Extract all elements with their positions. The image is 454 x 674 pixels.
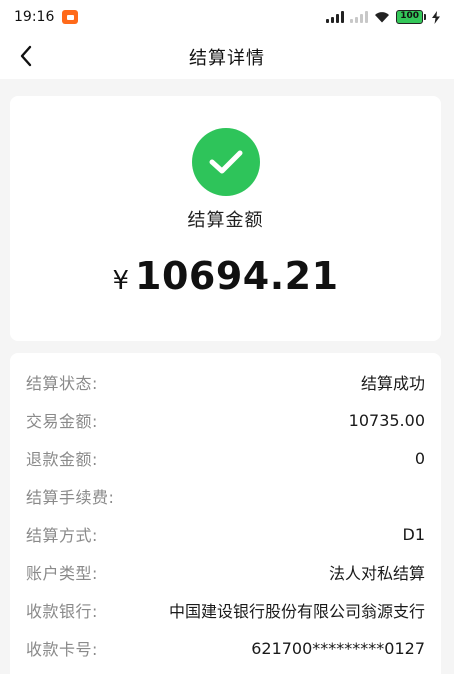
detail-row-bank: 收款银行: 中国建设银行股份有限公司翁源支行	[26, 591, 425, 629]
battery-icon: 100	[396, 10, 426, 24]
signal-icon	[326, 11, 345, 23]
detail-row-card-number: 收款卡号: 621700*********0127	[26, 629, 425, 667]
status-bar: 19:16 100	[0, 0, 454, 34]
detail-label: 结算状态:	[26, 374, 98, 393]
detail-value: 中国建设银行股份有限公司翁源支行	[168, 602, 425, 621]
chevron-left-icon	[20, 45, 32, 67]
battery-level: 100	[396, 10, 423, 24]
amount-value: 10694.21	[135, 254, 339, 298]
detail-label: 结算方式:	[26, 526, 98, 545]
page-title: 结算详情	[189, 47, 265, 69]
settlement-details-card: 结算状态: 结算成功 交易金额: 10735.00 退款金额: 0 结算手续费:…	[10, 353, 441, 674]
detail-row-transaction-amount: 交易金额: 10735.00	[26, 401, 425, 439]
checkmark-icon	[209, 150, 242, 174]
detail-value: 法人对私结算	[328, 564, 425, 583]
detail-row-method: 结算方式: D1	[26, 515, 425, 553]
status-right: 100	[326, 10, 440, 24]
status-time: 19:16	[14, 9, 55, 25]
back-button[interactable]	[10, 40, 42, 72]
detail-label: 账户类型:	[26, 564, 98, 583]
detail-label: 交易金额:	[26, 412, 98, 431]
detail-row-fee: 结算手续费:	[26, 477, 425, 515]
settlement-summary-card: 结算金额 ¥ 10694.21	[10, 96, 441, 341]
detail-row-refund-amount: 退款金额: 0	[26, 439, 425, 477]
detail-row-account-type: 账户类型: 法人对私结算	[26, 553, 425, 591]
settlement-amount: ¥ 10694.21	[112, 254, 338, 298]
settlement-amount-label: 结算金额	[187, 210, 264, 231]
wifi-icon	[375, 12, 390, 23]
nav-bar: 结算详情	[0, 34, 454, 79]
detail-label: 收款银行:	[26, 602, 98, 621]
check-circle-icon	[191, 128, 260, 196]
detail-value: D1	[402, 524, 426, 544]
notification-app-icon	[62, 10, 79, 24]
detail-value: 结算成功	[360, 374, 425, 393]
detail-value: 10735.00	[348, 410, 425, 430]
detail-label: 收款卡号:	[26, 640, 98, 659]
status-left: 19:16	[14, 9, 79, 25]
detail-label: 退款金额:	[26, 450, 98, 469]
signal-no-sim-icon	[350, 11, 369, 23]
detail-value: 0	[414, 448, 425, 468]
detail-label: 结算手续费:	[26, 488, 115, 507]
detail-value: 621700*********0127	[251, 638, 425, 658]
detail-row-status: 结算状态: 结算成功	[26, 363, 425, 401]
currency-symbol: ¥	[112, 266, 129, 296]
charging-icon	[432, 10, 440, 24]
